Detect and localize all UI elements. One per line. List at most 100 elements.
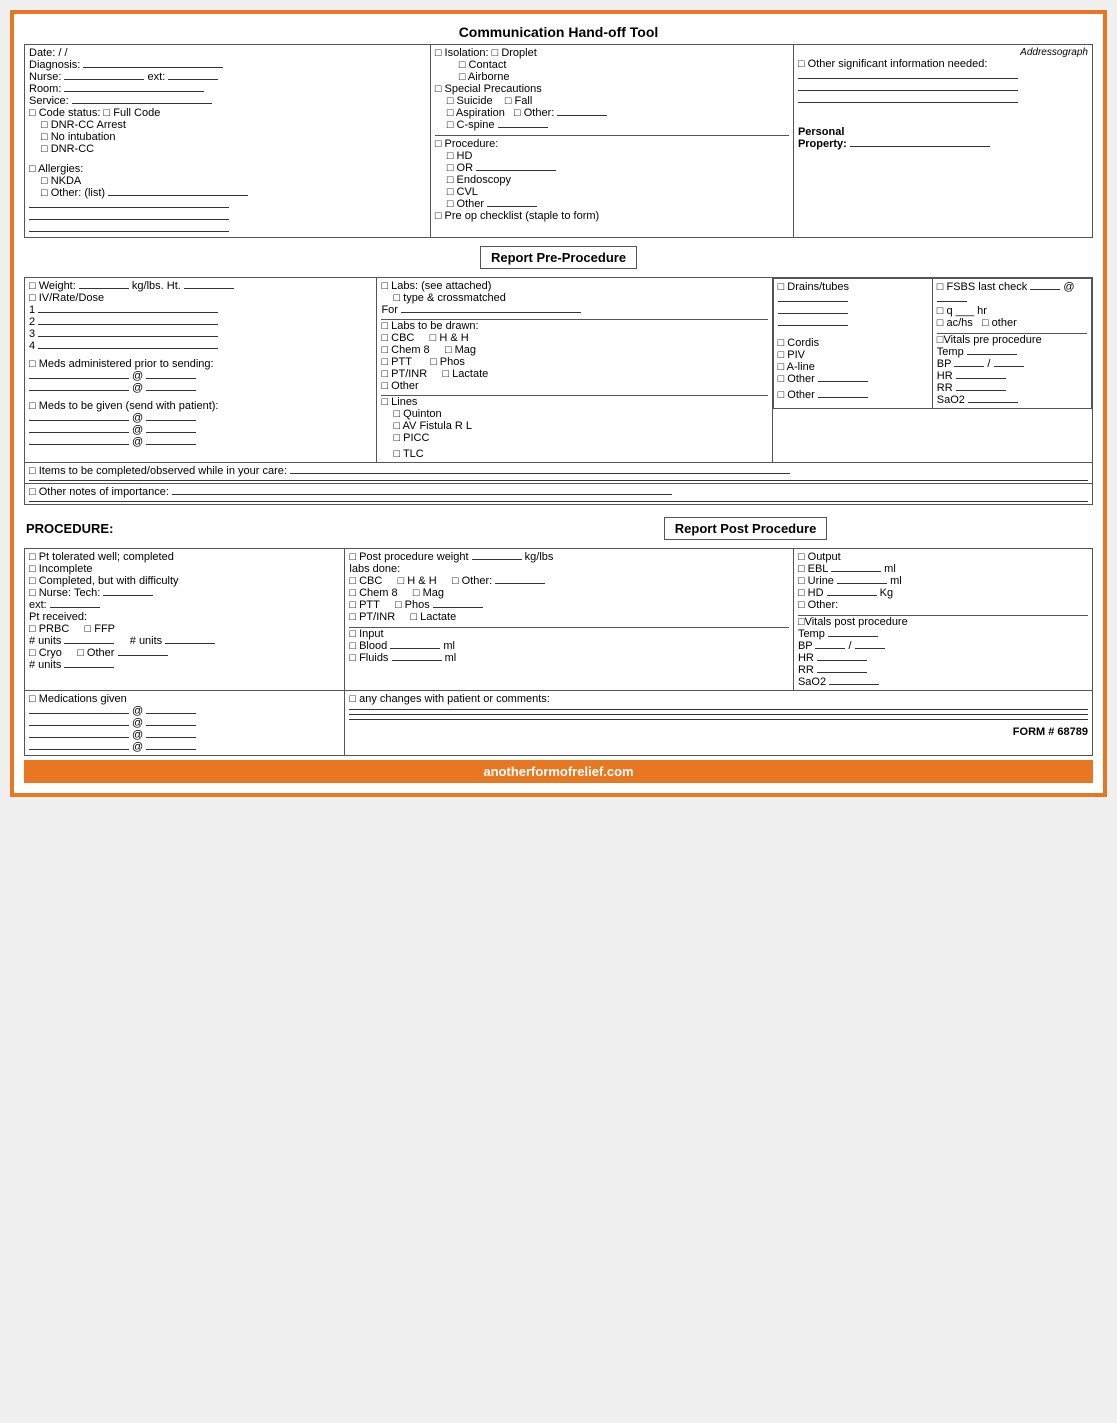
q-hr-row: □ q ___ hr [937,305,1087,317]
chem8-mag-row: □ Chem 8 □ Mag [381,344,767,356]
procedure-label-cell: PROCEDURE: [24,509,398,548]
ext-label: ext: [148,71,166,83]
items-completed-line2 [29,480,1088,481]
any-changes-label: □ any changes with patient or comments: [349,693,1088,705]
ptinr-lactate-row: □ PT/INR □ Lactate [381,368,767,380]
other-blood-value [118,655,168,656]
pre-procedure-title-wrap: Report Pre-Procedure [24,242,1093,273]
ext-value [50,607,100,608]
lines-section: □ Lines □ Quinton □ AV Fistula R L □ PIC… [381,395,767,460]
drain-2 [778,313,848,314]
other-lines1-row: □ Other [778,373,928,385]
for-value [401,312,581,313]
post-sao2-row: SaO2 [798,676,1088,688]
pre-procedure-table: □ Weight: kg/lbs. Ht. □ IV/Rate/Dose 1 2… [24,277,1093,505]
diagnosis-label: Diagnosis: [29,59,80,71]
personal-property-row: PersonalProperty: [798,126,1088,150]
meds-prior-2-val [29,390,129,391]
units-cryo-row: # units [29,659,340,671]
phos: □ Phos [430,356,465,368]
procedure-row-table: PROCEDURE: Report Post Procedure [24,509,1093,548]
report-post-title: Report Post Procedure [664,517,828,540]
iv-line-3: 3 [29,328,372,340]
post-chem8-mag-row: □ Chem 8 □ Mag [349,587,789,599]
footer-bar: anotherformofrelief.com [24,760,1093,783]
post-phos: □ Phos [395,599,430,611]
meds-prior-label: □ Meds administered prior to sending: [29,358,372,370]
procedure-label-row: □ Procedure: [435,138,789,150]
med-val-3 [29,737,129,738]
mag: □ Mag [445,344,476,356]
other-fsbs: □ other [982,317,1017,329]
post-rr-row: RR [798,664,1088,676]
hd-post-row: □ HD Kg [798,587,1088,599]
cbc-hh-row: □ CBC □ H & H [381,332,767,344]
hd-value [827,595,877,596]
fsbs-vitals-col: □ FSBS last check @ □ q ___ hr □ ac/hs □… [932,279,1091,409]
procedure-label: PROCEDURE: [26,521,113,536]
date-row: Date: / / [29,47,426,59]
sig-info-line3 [798,102,1018,103]
pre-procedure-title: Report Pre-Procedure [480,246,637,269]
weight-label: □ Weight: [29,280,76,292]
post-ptinr-lactate-row: □ PT/INR □ Lactate [349,611,789,623]
cspine-row: □ C-spine [435,119,789,131]
fsbs-row: □ FSBS last check @ [937,281,1087,305]
post-phos-value [433,607,483,608]
cbc: □ CBC [381,332,414,344]
post-temp-row: Temp [798,628,1088,640]
post-other-labs: □ Other: [452,575,492,587]
other-notes-label: □ Other notes of importance: [29,486,169,498]
other-lines-val [818,381,868,382]
post-chem8: □ Chem 8 [349,587,397,599]
achs-row: □ ac/hs □ other [937,317,1087,329]
fsbs-time [937,301,967,302]
urine-value [837,583,887,584]
nurse-label: Nurse: [29,71,61,83]
post-cbc: □ CBC [349,575,382,587]
for-label: For [381,304,767,316]
picc-row: □ PICC [381,432,767,444]
labs-done-label: labs done: [349,563,789,575]
hr-value [956,378,1006,379]
dnr-cc-row: □ DNR-CC [29,143,426,155]
meds-with-label: □ Meds to be given (send with patient): [29,400,372,412]
diagnosis-value [83,67,223,68]
service-value [72,103,212,104]
cvl-row: □ CVL [435,186,789,198]
endoscopy-row: □ Endoscopy [435,174,789,186]
incomplete: □ Incomplete [29,563,340,575]
post-bp-val2 [855,648,885,649]
hd-row: □ HD [435,150,789,162]
iv-rate-dose: □ IV/Rate/Dose [29,292,372,304]
vitals-pre-label: □Vitals pre procedure [937,334,1087,346]
other-notes-line2 [29,501,1088,502]
report-post-title-cell: Report Post Procedure [398,509,1093,548]
temp-row: Temp [937,346,1087,358]
top-section-table: Date: / / Diagnosis: Nurse: ext: Room: [24,44,1093,238]
iv-line-4-val [38,348,218,349]
main-title: Communication Hand-off Tool [24,24,1093,40]
meds-with-2-val [29,432,129,433]
a-line-row: □ A-line [778,361,928,373]
iv-line-2-val [38,324,218,325]
nurse-tech-value [103,595,153,596]
service-row: Service: [29,95,426,107]
fluids-value [392,660,442,661]
prbc-label: □ PRBC [29,623,69,635]
procedure-col: □ Procedure: □ HD □ OR □ Endoscopy □ CVL… [435,135,789,222]
meds-with-2-at [146,432,196,433]
cryo-other-row: □ Cryo □ Other [29,647,340,659]
ebl-row: □ EBL ml [798,563,1088,575]
other-notes-value [172,494,672,495]
bp-val1 [954,366,984,367]
nurse-tech-row: □ Nurse: Tech: [29,587,340,599]
post-lactate: □ Lactate [410,611,456,623]
post-ptinr: □ PT/INR [349,611,395,623]
weight-unit: kg/lbs. Ht. [132,280,181,292]
labs-attached: □ Labs: (see attached) [381,280,767,292]
full-code: □ Full Code [104,107,161,119]
drain-1 [778,301,848,302]
other-list: □ Other: (list) [29,187,426,199]
post-right-col: □ Output □ EBL ml □ Urine ml □ HD Kg □ O… [793,549,1092,691]
